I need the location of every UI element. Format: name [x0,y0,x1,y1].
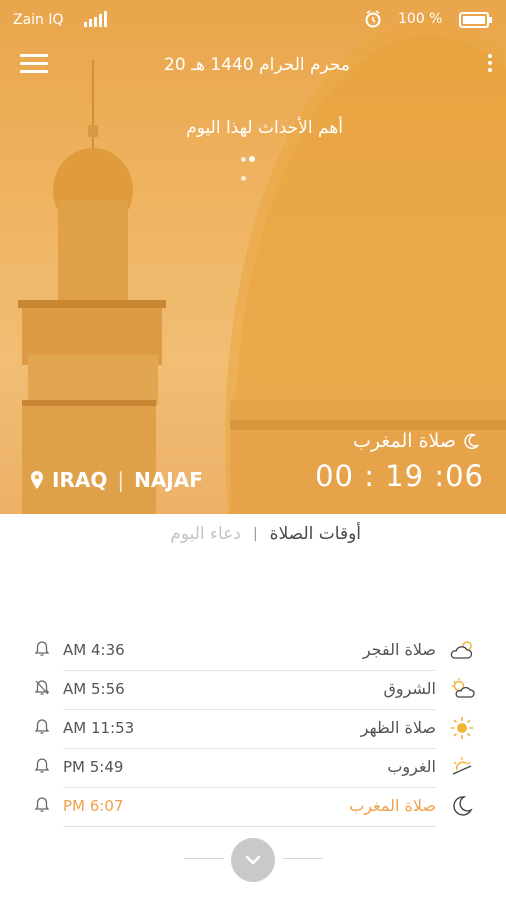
daily-events-title[interactable]: أهم الأحداث لهذا اليوم [186,118,343,138]
prayer-name: صلاة الظهر [360,718,436,737]
bell-off-icon[interactable] [34,679,50,697]
status-bar: Zain IQ 100 % [0,0,506,40]
divider-right [283,858,323,859]
chevron-down-icon [245,855,261,865]
sun-icon [451,717,473,739]
tab-daily-dua[interactable]: دعاء اليوم [170,524,241,544]
sunrise-cloud-icon [452,678,475,698]
menu-icon[interactable] [20,54,48,74]
prayer-row-dhuhr[interactable]: AM 11:53 صلاة الظهر [30,710,478,749]
prayer-time: PM 5:49 [63,758,124,776]
location-separator: | [117,468,125,492]
city-label: NAJAF [134,468,203,492]
cloud-sun-icon [450,641,473,659]
prayer-countdown: 00 : 19 :06 [315,459,484,493]
prayer-time: AM 4:36 [63,641,125,659]
sunset-icon [452,757,472,775]
location-label[interactable]: IRAQ | NAJAF [30,468,203,492]
battery-icon [459,12,492,28]
tab-bar: دعاء اليوم | أوقات الصلاة [170,524,361,544]
next-prayer: صلاة المغرب [353,430,480,452]
prayer-row-maghrib[interactable]: PM 6:07 صلاة المغرب [30,788,478,827]
tab-separator: | [252,526,258,542]
row-divider [63,826,436,827]
signal-icon [84,11,107,27]
battery-percent: 100 % [398,11,443,27]
moon-icon [464,433,479,449]
carousel-dots[interactable] [241,147,265,181]
hero-banner: Zain IQ 100 % 20 محرم الحرام 1440 هـ أهم… [0,0,506,514]
bell-icon[interactable] [34,640,50,658]
prayer-row-sunset[interactable]: PM 5:49 الغروب [30,749,478,788]
bell-icon[interactable] [34,757,50,775]
country-label: IRAQ [52,468,108,492]
bell-icon[interactable] [34,718,50,736]
moon-icon [453,796,473,816]
alarm-icon [365,10,381,28]
carrier-label: Zain IQ [13,12,64,28]
divider-left [184,858,224,859]
prayer-name: الشروق [383,679,436,698]
bell-icon[interactable] [34,796,50,814]
next-prayer-name: صلاة المغرب [352,430,456,452]
prayer-time: AM 11:53 [63,719,135,737]
prayer-name: صلاة الفجر [362,640,436,659]
location-pin-icon [31,471,43,489]
prayer-row-sunrise[interactable]: AM 5:56 الشروق [30,671,478,710]
prayer-name: صلاة المغرب [349,796,436,815]
prayer-row-fajr[interactable]: AM 4:36 صلاة الفجر [30,632,478,671]
prayer-name: الغروب [387,757,436,776]
prayer-time: AM 5:56 [63,680,125,698]
tab-prayer-times[interactable]: أوقات الصلاة [270,524,361,544]
prayer-time: PM 6:07 [63,797,124,815]
expand-button[interactable] [231,838,275,882]
hijri-date: 20 محرم الحرام 1440 هـ [164,55,350,75]
more-options-icon[interactable] [486,54,494,74]
